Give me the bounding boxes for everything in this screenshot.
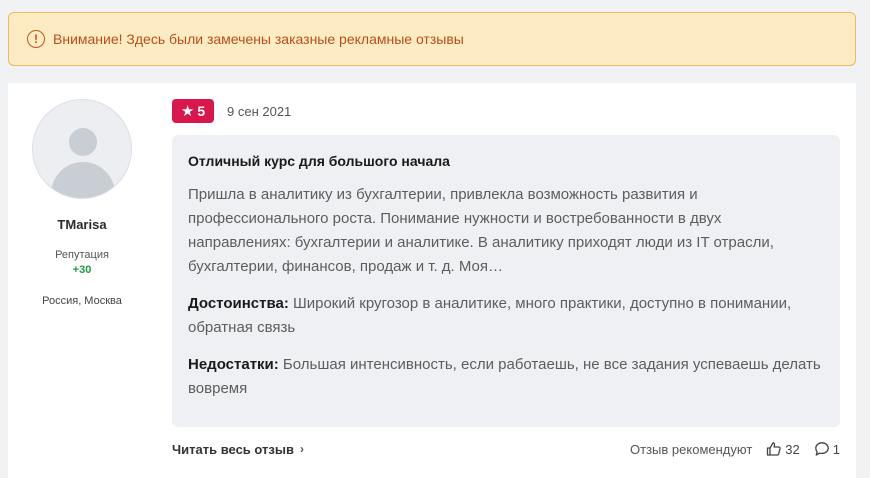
pros-label: Достоинства: <box>188 295 289 312</box>
comment-icon <box>814 442 829 456</box>
like-count: 32 <box>785 441 800 457</box>
warning-text: Внимание! Здесь были замечены заказные р… <box>53 31 464 47</box>
rating-badge: ★ 5 <box>172 99 214 123</box>
rating-value: 5 <box>197 103 206 119</box>
cons-text: Большая интенсивность, если работаешь, н… <box>188 356 821 397</box>
warning-banner: ! Внимание! Здесь были замечены заказные… <box>8 12 856 66</box>
author-name[interactable]: TMarisa <box>8 217 156 232</box>
reputation-label: Репутация <box>55 249 109 261</box>
recommend-label: Отзыв рекомендуют <box>630 441 753 457</box>
author-location: Россия, Москва <box>42 295 122 307</box>
review-title: Отличный курс для большого начала <box>188 153 450 169</box>
thumbs-up-icon <box>767 442 781 456</box>
comment-count: 1 <box>832 441 840 457</box>
review-card: TMarisa Репутация +30 Россия, Москва ★ 5… <box>8 83 856 478</box>
exclamation-circle-icon: ! <box>27 30 45 48</box>
review-text: Пришла в аналитику из бухгалтерии, привл… <box>188 186 774 275</box>
cons-label: Недостатки: <box>188 356 279 373</box>
review-footer: Читать весь отзыв › Отзыв рекомендуют 32… <box>172 438 840 460</box>
star-icon: ★ <box>180 102 195 120</box>
cons: Недостатки: Большая интенсивность, если … <box>188 353 824 401</box>
pros: Достоинства: Широкий кругозор в аналитик… <box>188 292 824 340</box>
read-more-label: Читать весь отзыв <box>172 441 294 457</box>
review-date: 9 сен 2021 <box>227 104 292 119</box>
avatar[interactable] <box>32 99 132 199</box>
avatar-body <box>51 162 115 198</box>
chevron-right-icon: › <box>299 442 304 456</box>
avatar-head <box>69 128 97 156</box>
comments-button[interactable]: 1 <box>814 441 840 457</box>
review-body: Отличный курс для большого начала Пришла… <box>172 135 840 427</box>
reputation-value: +30 <box>72 264 92 276</box>
read-full-review-link[interactable]: Читать весь отзыв › <box>172 442 304 457</box>
like-button[interactable]: 32 <box>766 441 800 457</box>
